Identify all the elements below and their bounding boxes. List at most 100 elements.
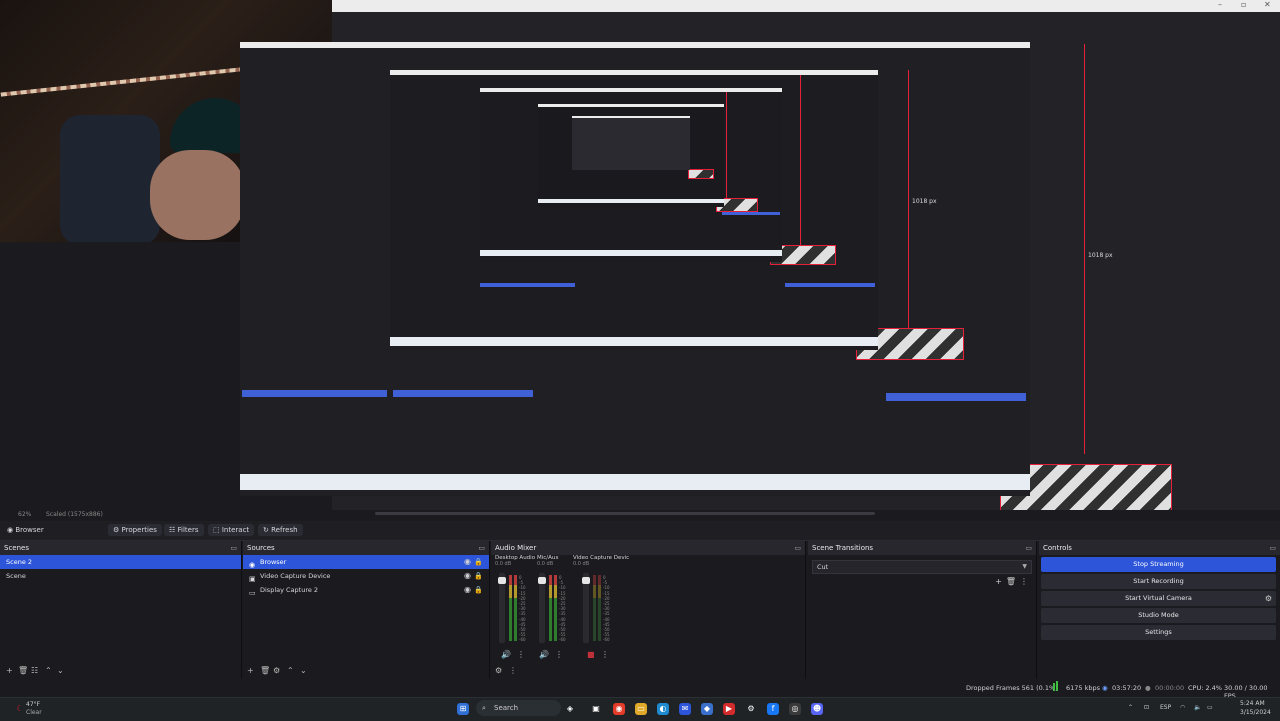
chrome-icon[interactable]: ◉ [613,703,625,715]
properties-label: Properties [121,526,157,534]
taskbar-search[interactable]: ⌕ Search [476,700,561,716]
mixer-settings-icon[interactable]: ⚙ [495,666,502,675]
visibility-eye-icon[interactable]: ◉ [464,555,471,569]
mixer-channel-db: 0.0 dB [573,561,590,567]
scene-item[interactable]: Scene [0,569,241,583]
windows-taskbar: ☾ 47°F Clear ⊞ ◈ ▣ ◉ ▭ ◐ ✉ ◆ ▶ ⚙ f ◎ ☻ ⌃… [0,697,1280,721]
settings-button[interactable]: Settings [1041,625,1276,640]
close-icon[interactable]: ✕ [1264,0,1271,9]
dock-menu-icon[interactable]: ▭ [1025,541,1032,555]
nested-guide-3 [726,92,727,210]
facebook-icon[interactable]: f [767,703,779,715]
maximize-icon[interactable]: ▫ [1241,0,1246,9]
gear-icon[interactable]: ⚙ [1265,591,1272,606]
visibility-eye-icon[interactable]: ◉ [464,569,471,583]
task-view-icon[interactable]: ▣ [590,703,602,715]
copilot-icon[interactable]: ◈ [564,703,576,715]
gear-icon[interactable]: ⚙ [273,666,280,675]
muted-speaker-icon[interactable]: ■ [587,650,595,659]
more-options-icon[interactable]: ⋮ [517,650,525,659]
language-tray[interactable]: ESP [1160,704,1171,711]
settings-gear-icon[interactable]: ⚙ [745,703,757,715]
mail-icon[interactable]: ✉ [679,703,691,715]
studio-mode-button[interactable]: Studio Mode [1041,608,1276,623]
more-options-icon[interactable]: ⋮ [1020,577,1028,586]
add-icon[interactable]: + [247,666,254,675]
youtube-icon[interactable]: ▶ [723,703,735,715]
wifi-icon[interactable]: ◠ [1180,704,1185,711]
weather-icon[interactable]: ☾ [14,703,26,715]
battery-icon[interactable]: ▭ [1207,704,1213,711]
start-icon[interactable]: ⊞ [457,703,469,715]
preview-horizontal-scrollbar[interactable] [375,512,875,515]
filter-icon: ☷ [169,526,176,534]
fader-knob[interactable] [498,577,506,584]
dock-menu-icon[interactable]: ▭ [794,541,801,555]
trash-icon[interactable]: 🗑 [1006,577,1016,586]
stop-streaming-button[interactable]: Stop Streaming [1041,557,1276,572]
fader-knob[interactable] [538,577,546,584]
filter-icon[interactable]: ☷ [31,666,38,675]
move-down-icon[interactable]: ⌄ [300,666,307,675]
start-recording-button[interactable]: Start Recording [1041,574,1276,589]
transition-select[interactable]: Cut ▼ [812,560,1032,574]
interact-button[interactable]: ⬚ Interact [208,524,255,536]
source-item[interactable]: ◉ Browser ◉ 🔒 [243,555,489,569]
refresh-button[interactable]: ↻ Refresh [258,524,303,536]
preview-zoom: 62% [18,511,32,518]
dock-menu-icon[interactable]: ▭ [478,541,485,555]
scene-transitions-header: Scene Transitions ▭ [808,541,1036,555]
filters-button[interactable]: ☷ Filters [164,524,204,536]
source-item[interactable]: ▣ Video Capture Device ◉ 🔒 [243,569,489,583]
obs-icon[interactable]: ◎ [789,703,801,715]
minimize-icon[interactable]: – [1218,0,1222,9]
scene-item-label: Scene [6,572,26,580]
lock-icon[interactable]: 🔒 [474,569,483,583]
add-icon[interactable]: + [995,577,1002,586]
network-tray-icon[interactable]: ⊡ [1144,704,1149,711]
edge-icon[interactable]: ◐ [657,703,669,715]
move-up-icon[interactable]: ⌃ [287,666,294,675]
source-item[interactable]: ▭ Display Capture 2 ◉ 🔒 [243,583,489,597]
source-item-label: Video Capture Device [260,572,331,580]
discord-icon[interactable]: ☻ [811,703,823,715]
volume-fader[interactable] [538,573,546,643]
start-virtual-camera-button[interactable]: Start Virtual Camera ⚙ [1041,591,1276,606]
move-up-icon[interactable]: ⌃ [45,666,52,675]
store-icon[interactable]: ◆ [701,703,713,715]
bitrate: 6175 kbps [1066,684,1101,692]
volume-icon[interactable]: 🔈 [1194,704,1201,711]
trash-icon[interactable]: 🗑 [18,666,28,675]
visibility-eye-icon[interactable]: ◉ [464,583,471,597]
weather-temp: 47°F [26,701,41,708]
nested-taskbar-4 [538,199,724,203]
cursor-icon: ⬚ [213,526,220,534]
globe-icon: ◉ [7,526,14,534]
add-icon[interactable]: + [6,666,13,675]
clock-time[interactable]: 5:24 AM [1240,700,1265,707]
volume-fader[interactable] [582,573,590,643]
scene-item[interactable]: Scene 2 [0,555,241,569]
chevron-up-icon[interactable]: ⌃ [1128,704,1133,711]
webcam-chair [60,115,160,242]
fader-knob[interactable] [582,577,590,584]
sources-dock-footer: + 🗑 ⚙ ⌃ ⌄ [243,663,489,679]
trash-icon[interactable]: 🗑 [260,666,270,675]
speaker-icon[interactable]: 🔊 [501,650,511,659]
dock-menu-icon[interactable]: ▭ [230,541,237,555]
more-options-icon[interactable]: ⋮ [601,650,609,659]
lock-icon[interactable]: 🔒 [474,583,483,597]
file-explorer-icon[interactable]: ▭ [635,703,647,715]
clock-date[interactable]: 3/15/2024 [1240,709,1271,716]
dimension-guide-line [1084,44,1085,454]
lock-icon[interactable]: 🔒 [474,555,483,569]
volume-fader[interactable] [498,573,506,643]
properties-button[interactable]: ⚙ Properties [108,524,162,536]
more-options-icon[interactable]: ⋮ [509,666,517,675]
speaker-icon[interactable]: 🔊 [539,650,549,659]
record-time: 00:00:00 [1155,684,1185,692]
dock-menu-icon[interactable]: ▭ [1269,541,1276,555]
more-options-icon[interactable]: ⋮ [555,650,563,659]
move-down-icon[interactable]: ⌄ [57,666,64,675]
nested-hazard-4 [688,169,714,179]
